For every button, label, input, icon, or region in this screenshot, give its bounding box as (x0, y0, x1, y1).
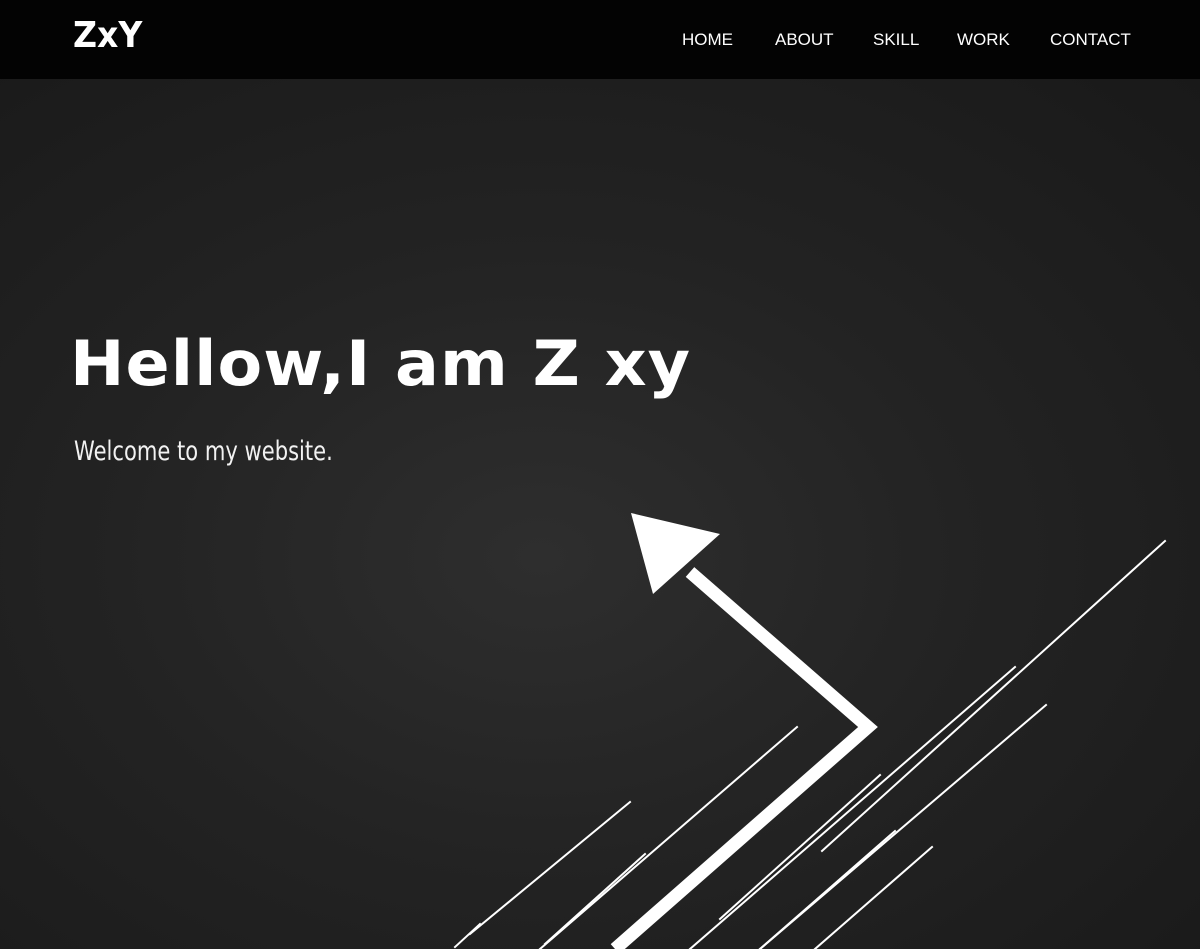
hero-section: Hellow,I am Z xy Welcome to my website. (0, 79, 1200, 949)
speed-line (453, 922, 482, 949)
speed-line (820, 539, 1167, 853)
nav-link-work[interactable]: WORK (957, 29, 1010, 51)
nav-link-home[interactable]: HOME (682, 29, 733, 51)
speed-line (813, 845, 934, 949)
speed-line (468, 800, 632, 936)
nav-link-skill[interactable]: SKILL (873, 29, 919, 51)
hero-title: Hellow,I am Z xy (70, 327, 692, 400)
site-logo[interactable]: ZxY (73, 14, 142, 58)
speed-line (758, 829, 897, 949)
top-navbar: ZxY HOME ABOUT SKILL WORK CONTACT (0, 0, 1200, 79)
speed-line (718, 773, 882, 921)
nav-link-about[interactable]: ABOUT (775, 29, 834, 51)
hero-arrow-graphic (453, 513, 1167, 949)
nav-link-contact[interactable]: CONTACT (1050, 29, 1131, 51)
arrow-shaft (610, 567, 878, 949)
hero-subtitle: Welcome to my website. (74, 436, 333, 467)
speed-line (538, 725, 799, 949)
